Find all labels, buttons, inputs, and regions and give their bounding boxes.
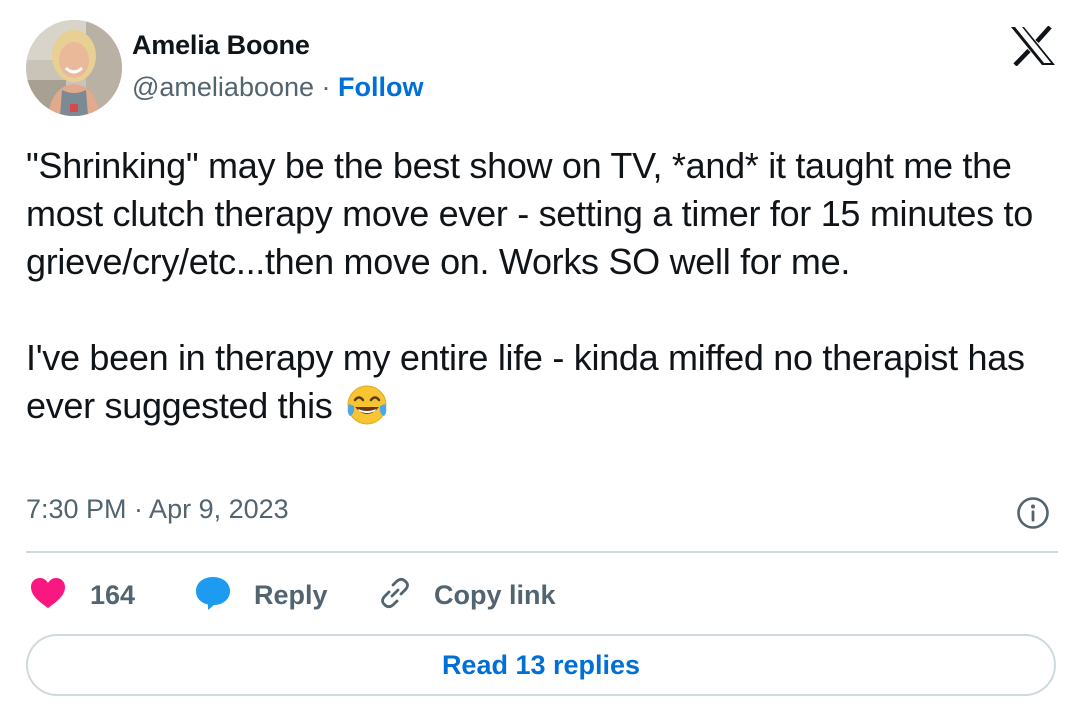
reply-button[interactable]: Reply xyxy=(194,572,328,618)
face-with-tears-of-joy-icon xyxy=(346,384,388,438)
heart-icon xyxy=(30,577,66,614)
reply-label: Reply xyxy=(254,579,328,610)
action-bar: 164 Reply Copy link xyxy=(26,572,1066,618)
reply-bubble-icon xyxy=(194,575,232,616)
follow-button[interactable]: Follow xyxy=(338,72,423,102)
copy-link-button[interactable]: Copy link xyxy=(376,572,556,618)
info-icon[interactable] xyxy=(1016,496,1050,530)
like-button[interactable]: 164 xyxy=(30,572,135,618)
avatar[interactable] xyxy=(26,20,122,116)
handle-row: @ameliaboone · Follow xyxy=(132,72,424,103)
tweet-embed-card: Amelia Boone @ameliaboone · Follow "Shri… xyxy=(0,0,1084,724)
like-count: 164 xyxy=(90,579,136,610)
divider xyxy=(26,551,1058,553)
author-handle[interactable]: @ameliaboone xyxy=(132,72,314,102)
author-name[interactable]: Amelia Boone xyxy=(132,30,310,61)
separator-dot: · xyxy=(314,72,339,102)
tweet-body: "Shrinking" may be the best show on TV, … xyxy=(26,145,1033,426)
link-icon xyxy=(376,574,414,617)
read-replies-button[interactable]: Read 13 replies xyxy=(26,634,1056,696)
tweet-timestamp[interactable]: 7:30 PM · Apr 9, 2023 xyxy=(26,494,289,525)
tweet-text: "Shrinking" may be the best show on TV, … xyxy=(26,142,1066,438)
copy-link-label: Copy link xyxy=(434,579,556,610)
x-logo-icon[interactable] xyxy=(1010,25,1056,67)
read-replies-label: Read 13 replies xyxy=(441,649,641,680)
